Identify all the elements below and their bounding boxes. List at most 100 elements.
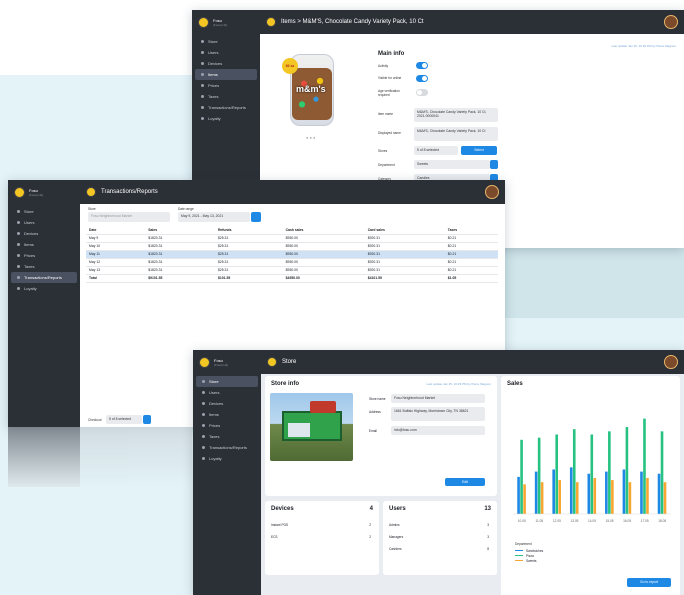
legend: Department Sandwiches Pizza Sweets [515, 542, 543, 563]
table-row[interactable]: May 10 $1820.31 $25.31 $950.00 $920.31 $0.21 [86, 242, 498, 251]
brand-subtitle: (Fosu) HQ [214, 362, 229, 367]
email-field[interactable]: info@fosu.com [391, 426, 485, 435]
sidebar-item-items[interactable]: Items [196, 409, 258, 420]
sidebar-item-taxes[interactable]: Taxes [11, 261, 77, 272]
sales-title: Sales [507, 381, 523, 387]
sidebar-item-taxes[interactable]: Taxes [195, 91, 257, 102]
user-role-count: 3 [487, 523, 489, 527]
column-header[interactable]: Date [86, 226, 146, 235]
sidebar-item-store[interactable]: Store [196, 376, 258, 387]
sidebar-item-items[interactable]: Items [195, 69, 257, 80]
store-sidebar: Fosu (Fosu) HQ Store Users Devices Items … [193, 350, 261, 595]
avatar[interactable] [485, 185, 499, 199]
sidebar-item-items[interactable]: Items [11, 239, 77, 250]
displayed-name-field[interactable]: M&M'S, Chocolate Candy Variety Pack, 10 … [414, 127, 498, 141]
taxes-icon [17, 265, 20, 268]
image-pager[interactable]: ● ● ● [306, 135, 315, 140]
sidebar-item-users[interactable]: Users [11, 217, 77, 228]
loyalty-icon [202, 457, 205, 460]
table-row-selected[interactable]: May 11 $1820.31 $25.31 $950.00 $920.31 $0.21 [86, 250, 498, 259]
bar-sweets-6 [628, 482, 632, 514]
department-label: Department [378, 163, 395, 167]
department-dropdown-icon[interactable] [490, 160, 498, 169]
transactions-icon [17, 276, 20, 279]
tx-nav: Store Users Devices Items Prices Taxes T… [8, 206, 80, 294]
devices-card: Devices 4 Instant POS 2 ECS 2 [265, 501, 379, 575]
displayed-name-label: Displayed name [378, 131, 401, 135]
store-name-field[interactable]: Fosu Neighborhood Market [391, 394, 485, 403]
column-header[interactable]: Sales [145, 226, 215, 235]
column-header[interactable]: Cash sales [282, 226, 365, 235]
sidebar-item-transactions[interactable]: Transactions/Reports [196, 442, 258, 453]
sidebar-item-devices[interactable]: Devices [11, 228, 77, 239]
store-icon [17, 210, 20, 213]
visible-toggle[interactable] [416, 75, 428, 82]
visible-label: Visible for online [378, 76, 402, 80]
go-to-report-button[interactable]: Go to report [627, 578, 671, 587]
item-name-label: Item name [378, 112, 394, 116]
sidebar-item-transactions[interactable]: Transactions/Reports [195, 102, 257, 113]
sidebar-item-prices[interactable]: Prices [195, 80, 257, 91]
brand: Fosu (Fosu) HQ [8, 180, 80, 204]
transactions-table: Date Sales Refunds Cash sales Card sales… [86, 226, 498, 283]
column-header[interactable]: Card sales [364, 226, 445, 235]
column-header[interactable]: Taxes [444, 226, 498, 235]
date-range-field[interactable]: May 9, 2021 - May 13, 2021 [178, 212, 250, 222]
product-badge: 62 oz [282, 58, 298, 74]
checkout-field[interactable]: 5 of 8 selected [106, 415, 142, 424]
activity-toggle[interactable] [416, 62, 428, 69]
transactions-icon [202, 446, 205, 449]
sidebar-item-prices[interactable]: Prices [196, 420, 258, 431]
section-title: Main info [378, 51, 405, 57]
sidebar-item-loyalty[interactable]: Loyalty [196, 453, 258, 464]
address-field[interactable]: 1661 Buffalo Highway, Morristown City, T… [391, 407, 485, 421]
user-role-count: 8 [487, 547, 489, 551]
age-toggle[interactable] [416, 89, 428, 96]
devices-count: 4 [369, 506, 373, 512]
calendar-icon[interactable] [251, 212, 261, 222]
table-row[interactable]: May 12 $1820.31 $25.31 $950.00 $920.31 $0.21 [86, 258, 498, 267]
legend-title: Department [515, 542, 532, 546]
bar-pizza-0 [520, 439, 523, 514]
item-topbar: Items > M&M'S, Chocolate Candy Variety P… [260, 10, 684, 34]
checkout-dropdown-icon[interactable] [143, 415, 151, 424]
sidebar-item-devices[interactable]: Devices [196, 398, 258, 409]
avatar[interactable] [664, 15, 678, 29]
column-header[interactable]: Refunds [214, 226, 283, 235]
sidebar-item-prices[interactable]: Prices [11, 250, 77, 261]
stores-field[interactable]: 5 of 8 selected [414, 146, 458, 155]
last-update: Last update Jan 25, 10:29 PM by Pierre M… [611, 44, 676, 48]
legend-swatch [515, 559, 523, 562]
sidebar-item-users[interactable]: Users [195, 47, 257, 58]
sidebar-item-loyalty[interactable]: Loyalty [195, 113, 257, 124]
page-title: Store [282, 359, 297, 365]
select-button[interactable]: Select [461, 146, 497, 155]
x-tick-label: 18.05 [658, 519, 666, 523]
items-icon [17, 243, 20, 246]
device-count: 2 [369, 523, 371, 527]
sidebar-item-store[interactable]: Store [11, 206, 77, 217]
brand: Fosu (Fosu) HQ [193, 350, 261, 374]
avatar[interactable] [664, 355, 678, 369]
brand: Fosu (Fosu) HQ [192, 10, 260, 34]
device-count: 2 [369, 535, 371, 539]
loyalty-icon [17, 287, 20, 290]
sidebar-item-users[interactable]: Users [196, 387, 258, 398]
bar-sweets-3 [575, 482, 579, 514]
store-filter-select[interactable]: Fosu Neighborhood Market [88, 212, 170, 222]
page-title: Transactions/Reports [101, 189, 158, 195]
sidebar-item-transactions[interactable]: Transactions/Reports [11, 272, 77, 283]
item-name-field[interactable]: M&M'S, Chocolate Candy Variety Pack, 10 … [414, 108, 498, 122]
users-card: Users 13 Admins 3 Managers 3 Cashiers 8 [383, 501, 497, 575]
table-row[interactable]: May 9 $1820.31 $25.31 $950.00 $920.31 $0.21 [86, 234, 498, 243]
background-band-accent [505, 248, 684, 318]
x-tick-label: 15.05 [606, 519, 614, 523]
table-row[interactable]: May 13 $1820.31 $25.31 $950.00 $920.31 $0.21 [86, 266, 498, 275]
edit-button[interactable]: Edit [445, 478, 485, 486]
sidebar-item-taxes[interactable]: Taxes [196, 431, 258, 442]
department-select[interactable]: Sweets [414, 160, 490, 169]
sidebar-item-devices[interactable]: Devices [195, 58, 257, 69]
sidebar-item-store[interactable]: Store [195, 36, 257, 47]
sidebar-item-loyalty[interactable]: Loyalty [11, 283, 77, 294]
bar-sandwiches-0 [517, 476, 520, 514]
